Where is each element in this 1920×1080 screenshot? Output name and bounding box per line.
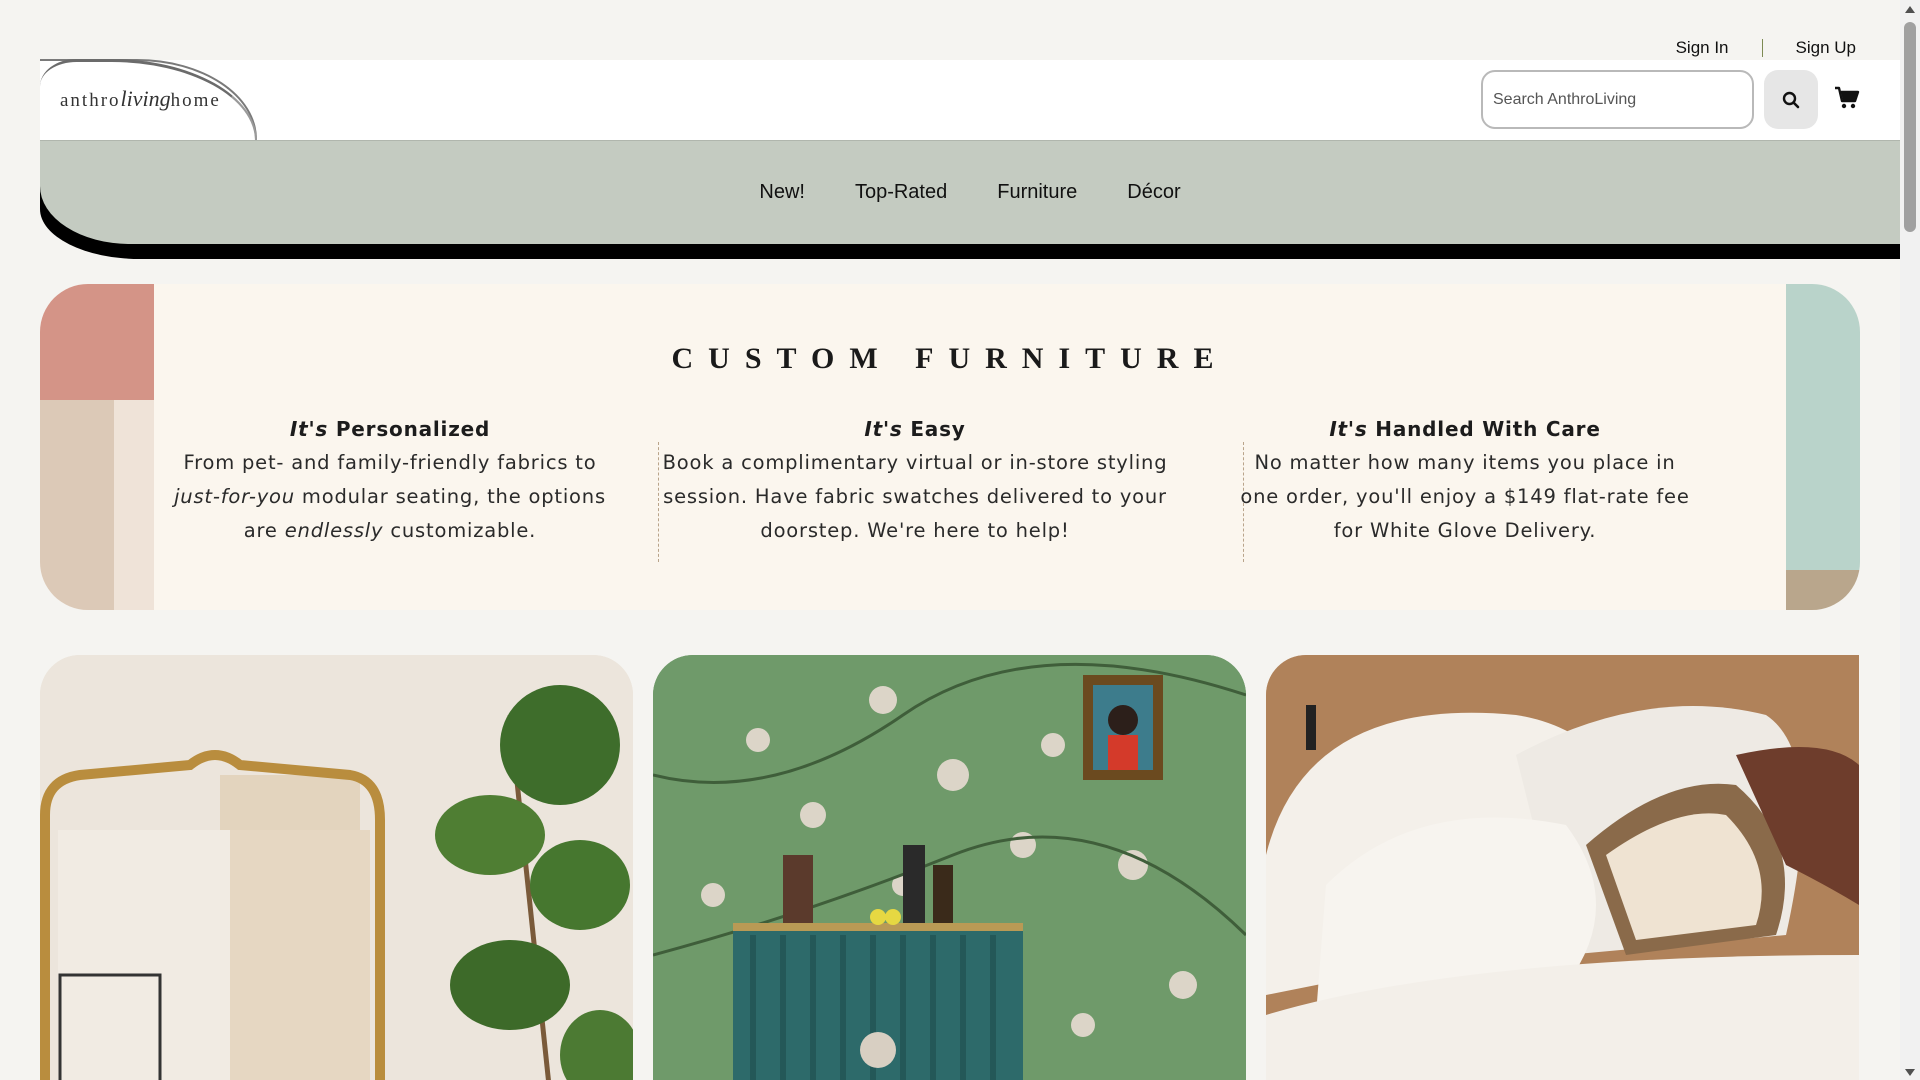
scroll-down-arrow-icon[interactable] xyxy=(1905,1069,1915,1076)
feature-line: just-for-you modular seating, the option… xyxy=(155,480,625,514)
feature-title: It's Handled With Care xyxy=(1240,412,1690,446)
auth-links: Sign In Sign Up xyxy=(1676,38,1856,58)
nav-item-new[interactable]: New! xyxy=(759,181,805,204)
vertical-scrollbar[interactable] xyxy=(1900,0,1920,1080)
feature-title: It's Easy xyxy=(660,412,1170,446)
banner-title: CUSTOM FURNITURE xyxy=(671,342,1229,375)
auth-divider xyxy=(1761,39,1763,57)
feature-text: No matter how many items you place in on… xyxy=(1240,451,1690,542)
nav-item-decor[interactable]: Décor xyxy=(1127,181,1180,204)
main-nav: New! Top-Rated Furniture Décor xyxy=(40,140,1900,244)
feature-text: Book a complimentary virtual or in-store… xyxy=(662,451,1168,542)
feature-title-prefix: It's xyxy=(1329,417,1368,441)
feature-emphasis: just-for-you xyxy=(174,485,295,508)
scrollbar-thumb[interactable] xyxy=(1904,22,1916,232)
banner-tan-strip-light xyxy=(114,400,154,610)
top-utility-bar xyxy=(0,0,1900,60)
logo-part-home: home xyxy=(170,90,221,111)
custom-furniture-banner[interactable]: CUSTOM FURNITURE It's Personalized From … xyxy=(40,284,1860,610)
banner-brown-strip xyxy=(1786,570,1860,610)
cabinet-illustration xyxy=(653,655,1246,1080)
cart-icon xyxy=(1835,86,1860,109)
nav-item-top-rated[interactable]: Top-Rated xyxy=(855,181,947,204)
search-icon xyxy=(1782,91,1800,108)
white-pillows-bed-image[interactable] xyxy=(1266,655,1859,1080)
search-input[interactable] xyxy=(1481,70,1754,129)
feature-text: are xyxy=(243,519,285,542)
mirror-with-plant-image[interactable] xyxy=(40,655,633,1080)
logo-part-living: living xyxy=(120,86,171,111)
cart-button[interactable] xyxy=(1834,86,1862,112)
feature-personalized: It's Personalized From pet- and family-f… xyxy=(155,412,625,548)
nav-item-furniture[interactable]: Furniture xyxy=(997,181,1077,204)
feature-title-rest: Personalized xyxy=(328,417,491,441)
feature-title-prefix: It's xyxy=(289,417,329,441)
feature-title-rest: Handled With Care xyxy=(1367,417,1601,441)
search-button[interactable] xyxy=(1764,70,1818,129)
feature-text: modular seating, the options xyxy=(294,485,606,508)
banner-teal-strip xyxy=(1786,284,1860,570)
feature-title: It's Personalized xyxy=(155,412,625,446)
scroll-up-arrow-icon[interactable] xyxy=(1905,6,1915,13)
green-floral-cabinet-image[interactable] xyxy=(653,655,1246,1080)
feature-handled-with-care: It's Handled With Care No matter how man… xyxy=(1240,412,1690,548)
sign-up-link[interactable]: Sign Up xyxy=(1796,38,1856,58)
mirror-illustration xyxy=(40,655,633,1080)
bed-illustration xyxy=(1266,655,1859,1080)
logo-part-anthro: anthro xyxy=(60,90,121,111)
site-logo[interactable]: anthrolivinghome xyxy=(60,86,221,112)
feature-text: customizable. xyxy=(383,519,537,542)
feature-line: From pet- and family-friendly fabrics to xyxy=(183,451,597,474)
feature-line: are endlessly customizable. xyxy=(155,514,625,548)
sign-in-link[interactable]: Sign In xyxy=(1676,38,1729,58)
feature-title-rest: Easy xyxy=(902,417,966,441)
feature-divider xyxy=(658,442,659,562)
feature-emphasis: endlessly xyxy=(284,519,384,542)
feature-easy: It's Easy Book a complimentary virtual o… xyxy=(660,412,1170,548)
banner-tan-strip xyxy=(40,400,114,610)
feature-title-prefix: It's xyxy=(864,417,903,441)
